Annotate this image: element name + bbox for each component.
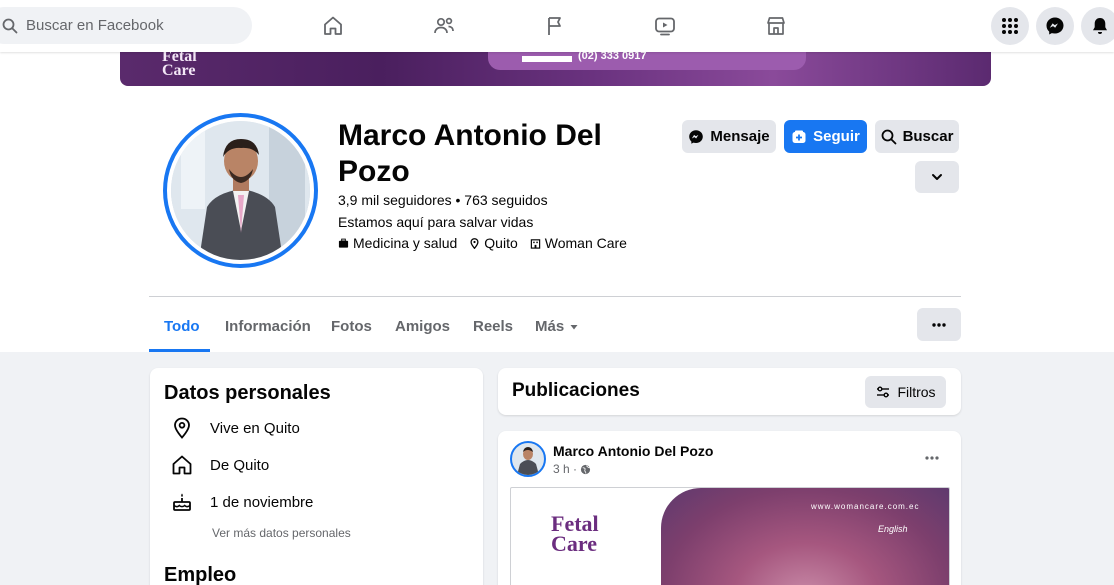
cover-banner-bar bbox=[522, 56, 572, 62]
workplace-item: Woman Care bbox=[530, 235, 627, 251]
see-more-personal-link[interactable]: Ver más datos personales bbox=[212, 526, 351, 540]
message-button-label: Mensaje bbox=[710, 128, 770, 145]
post-meta: 3 h · bbox=[553, 462, 591, 476]
header-divider bbox=[149, 296, 961, 297]
search-button-label: Buscar bbox=[902, 128, 954, 145]
tab-reels[interactable]: Reels bbox=[473, 318, 513, 335]
messenger-icon bbox=[689, 129, 704, 144]
nav-watch[interactable] bbox=[645, 8, 685, 44]
location-label[interactable]: Quito bbox=[484, 235, 517, 251]
ellipsis-icon bbox=[925, 456, 939, 460]
home-icon bbox=[172, 455, 192, 475]
search-box[interactable] bbox=[0, 7, 252, 44]
active-tab-indicator bbox=[149, 349, 210, 352]
messenger-icon bbox=[1046, 17, 1064, 35]
avatar-photo bbox=[171, 121, 310, 260]
nav-pages[interactable] bbox=[535, 8, 575, 44]
search-input[interactable] bbox=[26, 17, 226, 34]
profile-avatar[interactable] bbox=[163, 113, 318, 268]
filter-sliders-icon bbox=[877, 386, 890, 398]
info-lives-in: Vive en Quito bbox=[170, 416, 300, 440]
follow-button[interactable]: Seguir bbox=[784, 120, 867, 153]
post-card: Marco Antonio Del Pozo 3 h · Fetal Care w… bbox=[498, 431, 961, 585]
info-birthday: 1 de noviembre bbox=[170, 490, 313, 514]
location-item: Quito bbox=[469, 235, 518, 251]
building-icon bbox=[530, 238, 540, 249]
notifications-icon bbox=[1093, 18, 1107, 34]
search-icon bbox=[2, 18, 18, 33]
messenger-button[interactable] bbox=[1036, 7, 1074, 45]
location-pin-icon bbox=[174, 417, 190, 439]
employment-section-title: Empleo bbox=[164, 564, 237, 585]
posts-title: Publicaciones bbox=[512, 380, 640, 401]
nav-home[interactable] bbox=[313, 8, 353, 44]
workplace-label[interactable]: Woman Care bbox=[545, 235, 627, 251]
tab-friends[interactable]: Amigos bbox=[395, 318, 450, 335]
posts-header-card: Publicaciones Filtros bbox=[498, 368, 961, 415]
tabs-more-button[interactable] bbox=[917, 308, 961, 341]
post-avatar-illustration bbox=[517, 447, 539, 475]
friends-icon bbox=[434, 17, 454, 34]
lives-in-text: Vive en Quito bbox=[210, 419, 300, 437]
post-image-brand: Fetal Care bbox=[551, 511, 599, 556]
home-icon bbox=[324, 16, 342, 35]
post-image-language: English bbox=[878, 524, 908, 534]
follow-plus-icon bbox=[792, 130, 806, 143]
tab-more-label: Más bbox=[535, 318, 565, 335]
nav-marketplace[interactable] bbox=[756, 8, 796, 44]
marketplace-icon bbox=[767, 17, 785, 35]
post-author-avatar[interactable] bbox=[510, 441, 546, 477]
location-pin-icon bbox=[470, 237, 479, 249]
search-profile-button[interactable]: Buscar bbox=[875, 120, 959, 153]
birthday-text: 1 de noviembre bbox=[210, 493, 314, 511]
tab-all[interactable]: Todo bbox=[164, 318, 200, 335]
watch-icon bbox=[655, 17, 675, 36]
message-button[interactable]: Mensaje bbox=[682, 120, 776, 153]
post-image-url: www.womancare.com.ec bbox=[811, 502, 920, 511]
nav-friends[interactable] bbox=[424, 8, 464, 44]
follow-button-label: Seguir bbox=[813, 128, 860, 145]
post-options-button[interactable] bbox=[914, 443, 950, 473]
profile-name: Marco Antonio Del Pozo bbox=[338, 119, 602, 188]
info-from: De Quito bbox=[170, 453, 269, 477]
profile-bio: Estamos aquí para salvar vidas bbox=[338, 214, 534, 230]
notifications-button[interactable] bbox=[1081, 7, 1114, 45]
category-item: Medicina y salud bbox=[338, 235, 457, 251]
filters-button-label: Filtros bbox=[897, 384, 936, 400]
filters-button[interactable]: Filtros bbox=[865, 376, 946, 408]
post-time[interactable]: 3 h · bbox=[553, 462, 577, 476]
profile-details: Medicina y salud Quito Woman Care bbox=[338, 235, 627, 251]
post-image[interactable]: Fetal Care www.womancare.com.ec English bbox=[510, 487, 950, 585]
pages-flag-icon bbox=[548, 17, 561, 35]
cover-logo: Fetal Care bbox=[162, 52, 197, 79]
menu-grid-icon bbox=[1002, 18, 1018, 34]
chevron-down-icon bbox=[932, 174, 942, 180]
caret-down-icon bbox=[570, 324, 578, 329]
search-icon bbox=[881, 129, 896, 144]
tab-more[interactable]: Más bbox=[535, 318, 579, 335]
category-label: Medicina y salud bbox=[353, 235, 458, 251]
tab-photos[interactable]: Fotos bbox=[331, 318, 372, 335]
globe-icon bbox=[580, 464, 591, 474]
personal-info-card: Datos personales Vive en Quito De Quito … bbox=[150, 368, 483, 585]
post-author-name[interactable]: Marco Antonio Del Pozo bbox=[553, 443, 713, 459]
tab-information[interactable]: Información bbox=[225, 318, 311, 335]
menu-button[interactable] bbox=[991, 7, 1029, 45]
cover-phone-number: (02) 333 0917 bbox=[578, 52, 647, 62]
cover-photo[interactable]: Fetal Care (02) 333 0917 bbox=[120, 52, 991, 86]
follower-stats[interactable]: 3,9 mil seguidores • 763 seguidos bbox=[338, 192, 548, 208]
personal-info-title: Datos personales bbox=[164, 382, 331, 404]
from-text: De Quito bbox=[210, 456, 270, 474]
ellipsis-icon bbox=[932, 322, 946, 327]
more-options-dropdown[interactable] bbox=[915, 161, 959, 193]
avatar-person-illustration bbox=[171, 121, 310, 260]
top-navigation-bar bbox=[0, 0, 1114, 52]
birthday-cake-icon bbox=[173, 493, 191, 511]
briefcase-icon bbox=[338, 238, 349, 248]
